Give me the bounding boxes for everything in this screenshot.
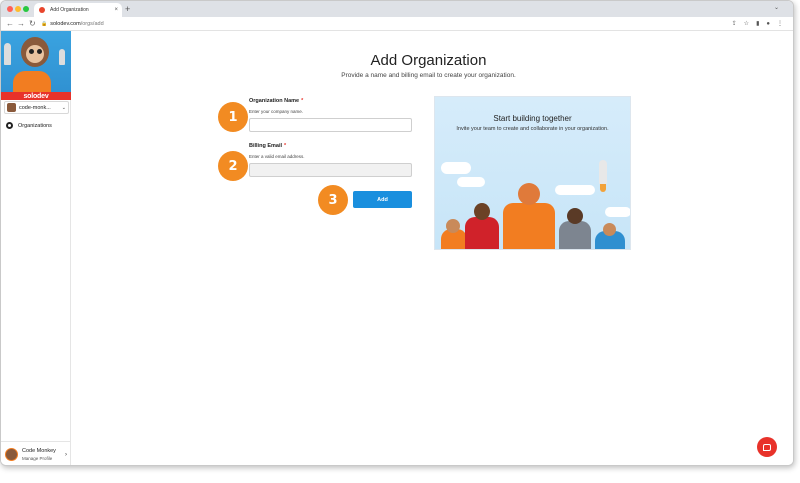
org-name-hint: Enter your company name.: [249, 109, 304, 114]
forward-arrow-icon[interactable]: →: [17, 18, 25, 30]
billing-email-label: Billing Email *: [249, 143, 286, 149]
tab-close-icon[interactable]: ×: [114, 7, 118, 13]
sidebar: solodev code-monk... ⌄ Organizations Cod…: [1, 31, 71, 465]
url-path: /orgs/add: [80, 21, 104, 27]
monkey-eye: [29, 49, 34, 54]
cloud-decoration: [605, 207, 630, 217]
astronaut-head: [518, 183, 540, 205]
brand-name: solodev: [23, 92, 49, 100]
billing-email-hint: Enter a valid email address.: [249, 154, 305, 159]
cloud-decoration: [457, 177, 485, 187]
astronaut-head: [474, 203, 490, 220]
billing-email-label-text: Billing Email: [249, 143, 283, 149]
profile-name: Code Monkey: [22, 447, 56, 454]
rocket-flame: [600, 184, 606, 192]
chevron-right-icon: ›: [65, 451, 67, 458]
org-name-input[interactable]: [249, 118, 412, 132]
promo-text: Invite your team to create and collabora…: [456, 126, 609, 132]
tab-title: Add Organization: [50, 7, 89, 13]
avatar: [5, 448, 18, 461]
solodev-favicon-icon: [39, 7, 45, 13]
astronaut-illustration: [503, 203, 555, 249]
cloud-decoration: [555, 185, 595, 195]
monkey-face: [26, 45, 44, 63]
menu-kebab-icon[interactable]: ⋮: [777, 19, 783, 29]
profile-menu[interactable]: Code Monkey Manage Profile ›: [1, 441, 71, 465]
org-name: code-monk...: [19, 104, 51, 111]
maximize-window-button[interactable]: [23, 6, 29, 12]
tab-strip: Add Organization × + ⌄: [1, 1, 793, 17]
page-title: Add Organization: [370, 52, 487, 69]
billing-email-input[interactable]: [249, 163, 412, 177]
promo-title: Start building together: [493, 114, 572, 123]
new-tab-button[interactable]: +: [125, 3, 130, 15]
rocket-decoration: [59, 49, 65, 65]
chevron-down-icon: ⌄: [61, 104, 66, 111]
profile-text: Code Monkey Manage Profile: [22, 448, 65, 462]
step-badge-2: 2: [218, 151, 248, 181]
chat-support-button[interactable]: [757, 437, 777, 457]
profile-icon[interactable]: ●: [766, 19, 770, 29]
back-arrow-icon[interactable]: ←: [6, 18, 14, 30]
minimize-window-button[interactable]: [15, 6, 21, 12]
address-bar[interactable]: 🔒 solodev.com/orgs/add: [41, 19, 104, 29]
reload-icon[interactable]: ↻: [29, 18, 36, 30]
manage-profile-link[interactable]: Manage Profile: [22, 455, 65, 462]
organizations-icon: [6, 122, 13, 129]
url-host: solodev.com: [50, 21, 81, 27]
org-switcher[interactable]: code-monk... ⌄: [4, 101, 69, 114]
org-name-label-text: Organization Name: [249, 98, 300, 104]
cloud-decoration: [441, 162, 471, 174]
org-name-label: Organization Name *: [249, 98, 303, 104]
toolbar-icons: ⇪ ☆ ▮ ● ⋮: [732, 19, 783, 29]
required-marker: *: [301, 98, 304, 104]
rocket-illustration: [599, 160, 607, 184]
lock-icon: 🔒: [41, 21, 48, 27]
page-subtitle: Provide a name and billing email to crea…: [341, 72, 516, 79]
org-avatar: [7, 103, 16, 112]
astronaut-head: [446, 219, 460, 233]
browser-tab[interactable]: Add Organization ×: [34, 3, 122, 17]
brand-bar: solodev: [1, 92, 71, 100]
promo-card: Start building together Invite your team…: [434, 96, 631, 250]
main-content: Add Organization Provide a name and bill…: [72, 31, 793, 465]
solodev-monkey-logo[interactable]: solodev: [1, 31, 71, 100]
add-button[interactable]: Add: [353, 191, 412, 208]
chat-bubble-icon: [763, 443, 771, 451]
astronaut-head: [603, 223, 616, 236]
sidebar-item-label: Organizations: [18, 122, 52, 129]
rocket-decoration: [4, 43, 11, 65]
bookmark-star-icon[interactable]: ☆: [744, 19, 749, 29]
browser-window: Add Organization × + ⌄ ← → ↻ 🔒 solodev.c…: [0, 0, 794, 466]
sidebar-item-organizations[interactable]: Organizations: [6, 122, 52, 129]
side-panel-icon[interactable]: ▮: [756, 19, 759, 29]
required-marker: *: [284, 143, 287, 149]
share-icon[interactable]: ⇪: [732, 19, 737, 29]
step-badge-1: 1: [218, 102, 248, 132]
astronaut-illustration: [559, 221, 591, 249]
astronaut-illustration: [465, 217, 499, 249]
step-badge-3: 3: [318, 185, 348, 215]
close-window-button[interactable]: [7, 6, 13, 12]
monkey-eye: [37, 49, 42, 54]
astronaut-head: [567, 208, 583, 224]
tab-search-chevron-icon[interactable]: ⌄: [774, 4, 779, 11]
browser-toolbar: ← → ↻ 🔒 solodev.com/orgs/add ⇪ ☆ ▮ ● ⋮: [1, 17, 793, 31]
